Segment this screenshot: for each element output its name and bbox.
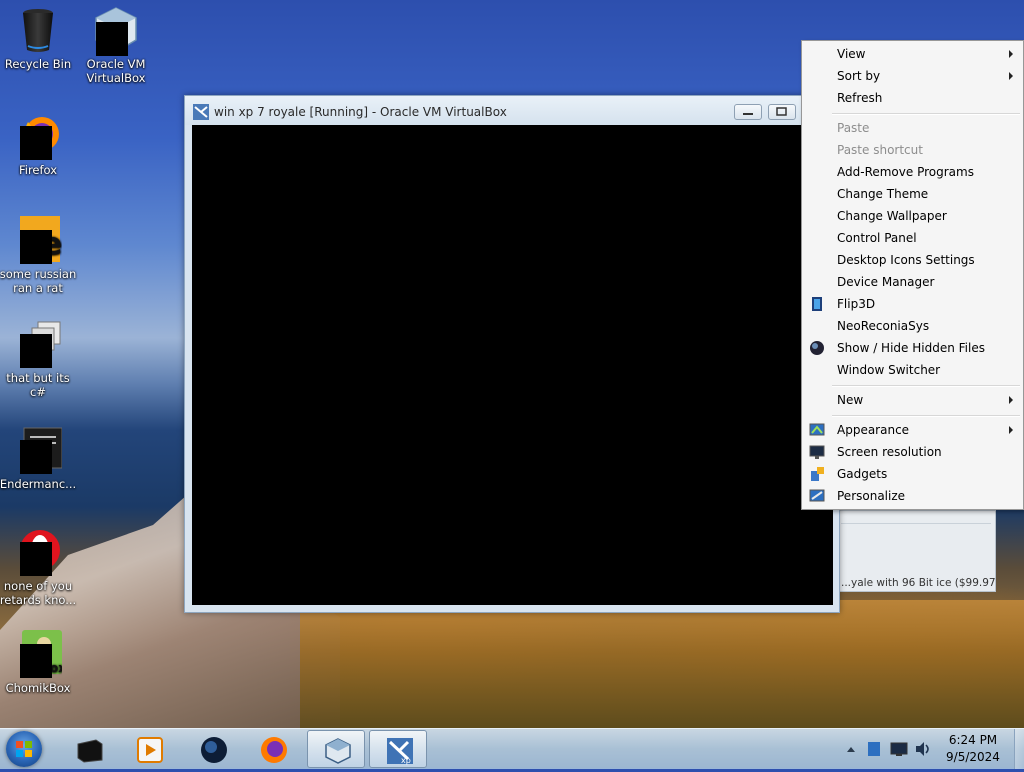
xp-vm-icon: xp — [386, 737, 414, 765]
xp-vm-icon — [193, 104, 209, 120]
menu-item-screen-resolution[interactable]: Screen resolution — [804, 441, 1021, 463]
maximize-button[interactable] — [768, 104, 796, 120]
submenu-arrow-icon — [1009, 50, 1013, 58]
taskbar: xp 6:24 PM 9/5/2024 — [0, 728, 1024, 769]
gadgets-icon — [809, 466, 825, 482]
firefox-icon — [14, 112, 62, 160]
flip3d-icon — [809, 296, 825, 312]
submenu-arrow-icon — [1009, 72, 1013, 80]
desktop-context-menu: View Sort by Refresh Paste Paste shortcu… — [801, 40, 1024, 510]
menu-item-change-theme[interactable]: Change Theme — [804, 183, 1021, 205]
firefox-icon — [260, 736, 288, 764]
desktop-icon-firefox[interactable]: Firefox — [0, 112, 80, 177]
menu-item-view[interactable]: View — [804, 43, 1021, 65]
opera-icon — [14, 528, 62, 576]
desktop-icon-recycle-bin[interactable]: Recycle Bin — [0, 6, 80, 71]
chomikbox-icon: ox — [14, 630, 66, 678]
submenu-arrow-icon — [1009, 396, 1013, 404]
minimize-button[interactable] — [734, 104, 762, 120]
window-title: win xp 7 royale [Running] - Oracle VM Vi… — [214, 105, 507, 119]
menu-item-show-hide-hidden-files[interactable]: Show / Hide Hidden Files — [804, 337, 1021, 359]
recycle-bin-icon — [14, 6, 62, 54]
windows-logo-icon — [16, 741, 32, 757]
virtualbox-window[interactable]: win xp 7 royale [Running] - Oracle VM Vi… — [184, 95, 840, 613]
taskbar-app-media-player[interactable] — [120, 730, 178, 768]
desktop-icon-russian-rat[interactable]: e some russian ran a rat — [0, 216, 80, 295]
desktop-icon-opera-shortcut[interactable]: none of you retards kno... — [0, 528, 80, 607]
taskbar-app-black-box[interactable] — [60, 730, 118, 768]
taskbar-app-virtualbox[interactable] — [307, 730, 365, 768]
menu-item-gadgets[interactable]: Gadgets — [804, 463, 1021, 485]
window-titlebar[interactable]: win xp 7 royale [Running] - Oracle VM Vi… — [185, 96, 839, 125]
desktop-icon-endermanch[interactable]: Endermanc... — [0, 426, 80, 491]
menu-item-device-manager[interactable]: Device Manager — [804, 271, 1021, 293]
app-window-icon — [14, 426, 63, 474]
show-desktop-button[interactable] — [1014, 729, 1024, 769]
svg-text:xp: xp — [401, 756, 411, 765]
virtualbox-icon — [92, 6, 140, 56]
menu-item-window-switcher[interactable]: Window Switcher — [804, 359, 1021, 381]
menu-separator — [832, 415, 1020, 417]
menu-item-appearance[interactable]: Appearance — [804, 419, 1021, 441]
menu-item-neoreconiasys[interactable]: NeoReconiaSys — [804, 315, 1021, 337]
menu-separator — [832, 385, 1020, 387]
taskbar-app-globe[interactable] — [184, 730, 242, 768]
menu-item-sort-by[interactable]: Sort by — [804, 65, 1021, 87]
menu-item-refresh[interactable]: Refresh — [804, 87, 1021, 109]
media-player-icon — [136, 736, 164, 764]
menu-item-new[interactable]: New — [804, 389, 1021, 411]
menu-item-add-remove-programs[interactable]: Add-Remove Programs — [804, 161, 1021, 183]
virtualbox-icon — [324, 737, 352, 765]
tray-device-icon[interactable] — [866, 729, 882, 769]
globe-app-icon — [200, 736, 228, 764]
clock-time: 6:24 PM — [948, 733, 998, 747]
submenu-arrow-icon — [1009, 426, 1013, 434]
clock-date: 9/5/2024 — [946, 750, 1000, 764]
menu-item-desktop-icons-settings[interactable]: Desktop Icons Settings — [804, 249, 1021, 271]
system-clock[interactable]: 6:24 PM 9/5/2024 — [938, 732, 1008, 766]
menu-item-flip3d[interactable]: Flip3D — [804, 293, 1021, 315]
background-window[interactable]: ...yale with 96 Bit ice ($99.97 — [838, 510, 996, 592]
menu-item-control-panel[interactable]: Control Panel — [804, 227, 1021, 249]
desktop-icon-virtualbox[interactable]: Oracle VM VirtualBox — [74, 6, 158, 85]
personalize-icon — [809, 488, 825, 504]
menu-item-personalize[interactable]: Personalize — [804, 485, 1021, 507]
shortcut-icon — [14, 320, 62, 368]
taskbar-app-xp-vm[interactable]: xp — [369, 730, 427, 768]
menu-item-paste: Paste — [837, 121, 870, 135]
globe-icon — [809, 340, 825, 356]
black-box-app-icon — [76, 736, 104, 764]
menu-separator — [832, 113, 1020, 115]
wallpaper-grass — [300, 600, 1024, 730]
tray-volume-icon[interactable] — [914, 729, 932, 769]
show-hidden-icons-button[interactable] — [847, 747, 855, 752]
menu-item-paste-shortcut: Paste shortcut — [837, 143, 923, 157]
appearance-icon — [809, 422, 825, 438]
start-button[interactable] — [6, 731, 42, 767]
desktop-icon-csharp[interactable]: that but its c# — [0, 320, 80, 399]
monitor-icon — [809, 444, 825, 460]
menu-item-change-wallpaper[interactable]: Change Wallpaper — [804, 205, 1021, 227]
tray-network-icon[interactable] — [890, 729, 908, 769]
vm-display[interactable] — [192, 125, 833, 605]
taskbar-app-firefox[interactable] — [244, 730, 302, 768]
desktop-icon-chomikbox[interactable]: ox ChomikBox — [0, 630, 80, 695]
file-icon: e — [14, 216, 62, 264]
